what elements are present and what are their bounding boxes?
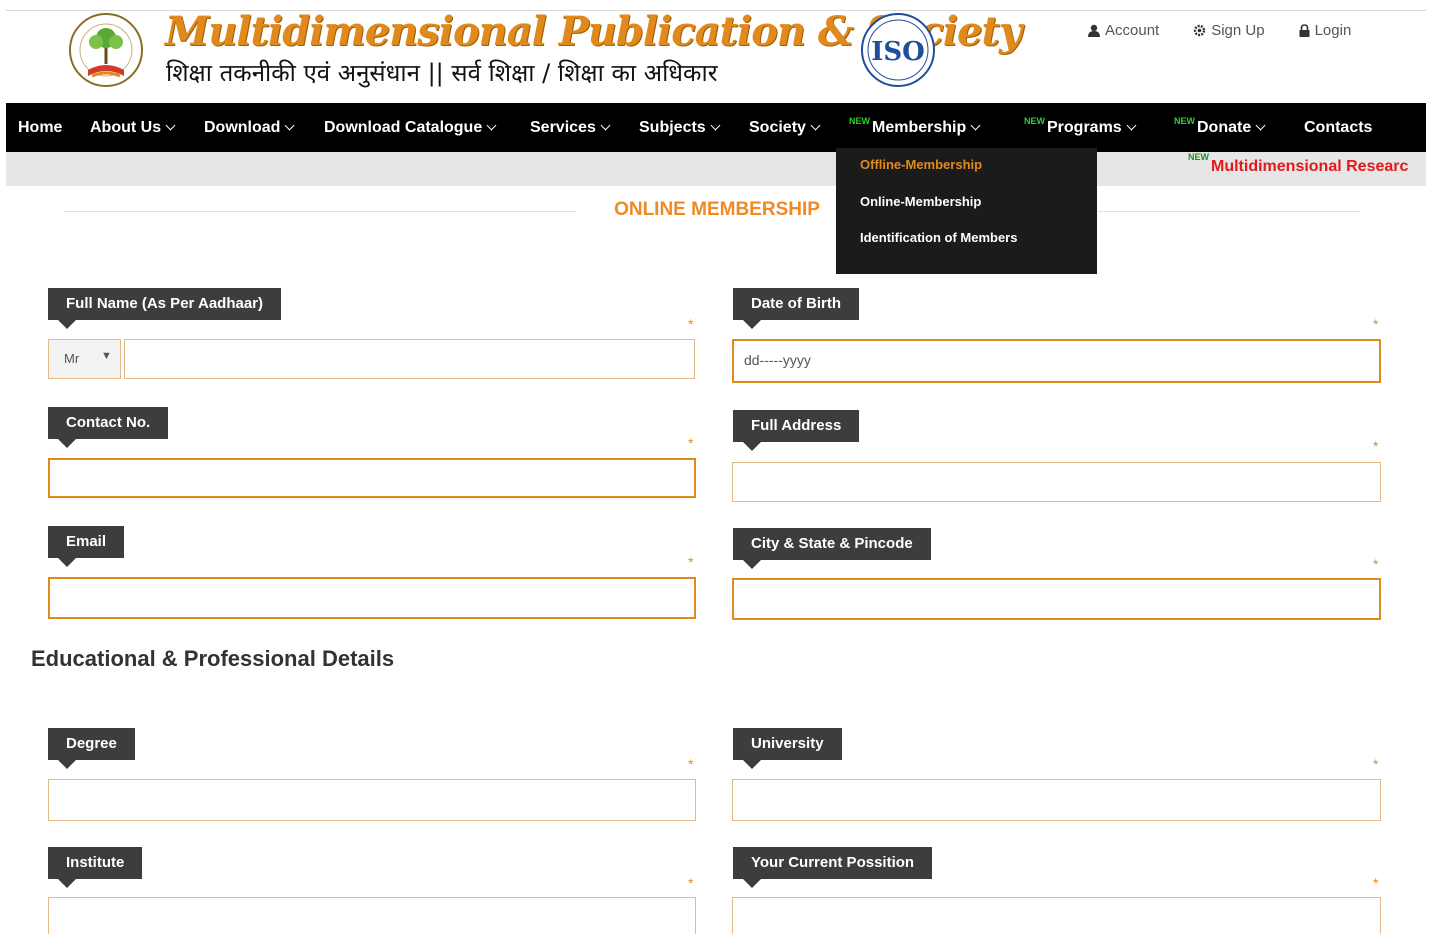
address-input[interactable] <box>732 462 1381 502</box>
contact-label: Contact No. <box>48 407 169 448</box>
institute-label: Institute <box>48 847 143 888</box>
nav-download-label: Download <box>204 119 281 136</box>
chevron-down-icon <box>810 120 821 131</box>
user-icon <box>1088 24 1100 37</box>
education-section-title: Educational & Professional Details <box>31 646 395 671</box>
new-tag: NEW <box>1024 116 1045 126</box>
required-mark: * <box>688 756 694 772</box>
institute-input[interactable] <box>48 897 696 934</box>
nav-contacts-label: Contacts <box>1304 119 1373 136</box>
degree-input[interactable] <box>48 779 696 821</box>
nav-membership[interactable]: NEW Membership <box>849 103 981 152</box>
university-input[interactable] <box>732 779 1381 821</box>
chevron-down-icon <box>970 120 981 131</box>
chevron-down-icon <box>486 120 497 131</box>
required-mark: * <box>1373 556 1379 572</box>
nav-programs[interactable]: NEW Programs <box>1024 103 1137 152</box>
chevron-down-icon <box>1126 120 1137 131</box>
fullname-label: Full Name (As Per Aadhaar) <box>48 288 281 329</box>
nav-about-label: About Us <box>90 119 162 136</box>
chevron-down-icon <box>284 120 295 131</box>
login-link[interactable]: Login <box>1299 22 1352 39</box>
nav-contacts[interactable]: Contacts <box>1304 103 1372 152</box>
required-mark: * <box>688 875 694 891</box>
nav-subjects[interactable]: Subjects <box>639 103 721 152</box>
nav-society-label: Society <box>749 119 806 136</box>
new-tag: NEW <box>849 116 870 126</box>
required-mark: * <box>688 554 694 570</box>
title-select[interactable]: Mr ▼ <box>48 339 121 379</box>
announcement-marquee[interactable]: NEWMultidimensional Researc <box>1188 152 1409 176</box>
city-input[interactable] <box>732 578 1381 620</box>
chevron-down-icon <box>1255 120 1266 131</box>
nav-about[interactable]: About Us <box>90 103 176 152</box>
email-label: Email <box>48 526 125 567</box>
iso-label: ISO <box>871 37 925 67</box>
nav-donate-label: Donate <box>1197 119 1252 136</box>
marquee-text: Multidimensional Researc <box>1211 158 1409 175</box>
caret-down-icon: ▼ <box>101 350 112 362</box>
required-mark: * <box>1373 316 1379 332</box>
nav-home[interactable]: Home <box>18 103 62 152</box>
position-input[interactable] <box>732 897 1381 934</box>
city-label: City & State & Pincode <box>733 528 931 569</box>
iso-badge: ISO <box>861 13 935 87</box>
brand-tagline: शिक्षा तकनीकी एवं अनुसंधान || सर्व शिक्ष… <box>166 59 718 87</box>
nav-society[interactable]: Society <box>749 103 821 152</box>
contact-input[interactable] <box>48 458 696 498</box>
university-label: University <box>733 728 842 769</box>
degree-label: Degree <box>48 728 135 769</box>
address-label: Full Address <box>733 410 860 451</box>
dropdown-item-identification-members[interactable]: Identification of Members <box>860 230 1017 245</box>
nav-subjects-label: Subjects <box>639 119 706 136</box>
nav-home-label: Home <box>18 119 63 136</box>
chevron-down-icon <box>710 120 721 131</box>
new-tag: NEW <box>1174 116 1195 126</box>
chevron-down-icon <box>600 120 611 131</box>
dob-input[interactable]: dd-----yyyy <box>732 339 1381 383</box>
chevron-down-icon <box>165 120 176 131</box>
account-label: Account <box>1105 22 1160 39</box>
required-mark: * <box>688 435 694 451</box>
account-link[interactable]: Account <box>1088 22 1159 39</box>
signup-label: Sign Up <box>1211 22 1265 39</box>
nav-catalogue-label: Download Catalogue <box>324 119 483 136</box>
fullname-input[interactable] <box>124 339 695 379</box>
nav-services-label: Services <box>530 119 596 136</box>
dob-label: Date of Birth <box>733 288 859 329</box>
nav-catalogue[interactable]: Download Catalogue <box>324 103 497 152</box>
nav-donate[interactable]: NEW Donate <box>1174 103 1266 152</box>
email-input[interactable] <box>48 577 696 619</box>
dob-input-value: dd-----yyyy <box>744 352 811 368</box>
position-label: Your Current Possition <box>733 847 933 888</box>
signup-link[interactable]: Sign Up <box>1193 22 1265 39</box>
nav-services[interactable]: Services <box>530 103 611 152</box>
new-tag: NEW <box>1188 152 1209 162</box>
required-mark: * <box>688 316 694 332</box>
gear-icon <box>1194 24 1206 37</box>
title-select-value: Mr <box>64 351 80 366</box>
nav-membership-label: Membership <box>872 119 967 136</box>
lock-icon <box>1299 24 1310 37</box>
login-label: Login <box>1314 22 1352 39</box>
society-logo <box>69 13 143 87</box>
top-links: Account Sign Up Login <box>1088 22 1351 39</box>
dropdown-item-online-membership[interactable]: Online-Membership <box>860 194 981 209</box>
announcement-bar: NEWMultidimensional Researc <box>6 152 1426 186</box>
dropdown-item-offline-membership[interactable]: Offline-Membership <box>860 157 982 172</box>
required-mark: * <box>1373 438 1379 454</box>
required-mark: * <box>1373 756 1379 772</box>
nav-programs-label: Programs <box>1047 119 1122 136</box>
main-nav: Home About Us Download Download Catalogu… <box>6 103 1426 152</box>
nav-download[interactable]: Download <box>204 103 295 152</box>
page-title: ONLINE MEMBERSHIP <box>614 199 820 220</box>
required-mark: * <box>1373 875 1379 891</box>
membership-dropdown: Offline-Membership Online-Membership Ide… <box>836 148 1097 274</box>
